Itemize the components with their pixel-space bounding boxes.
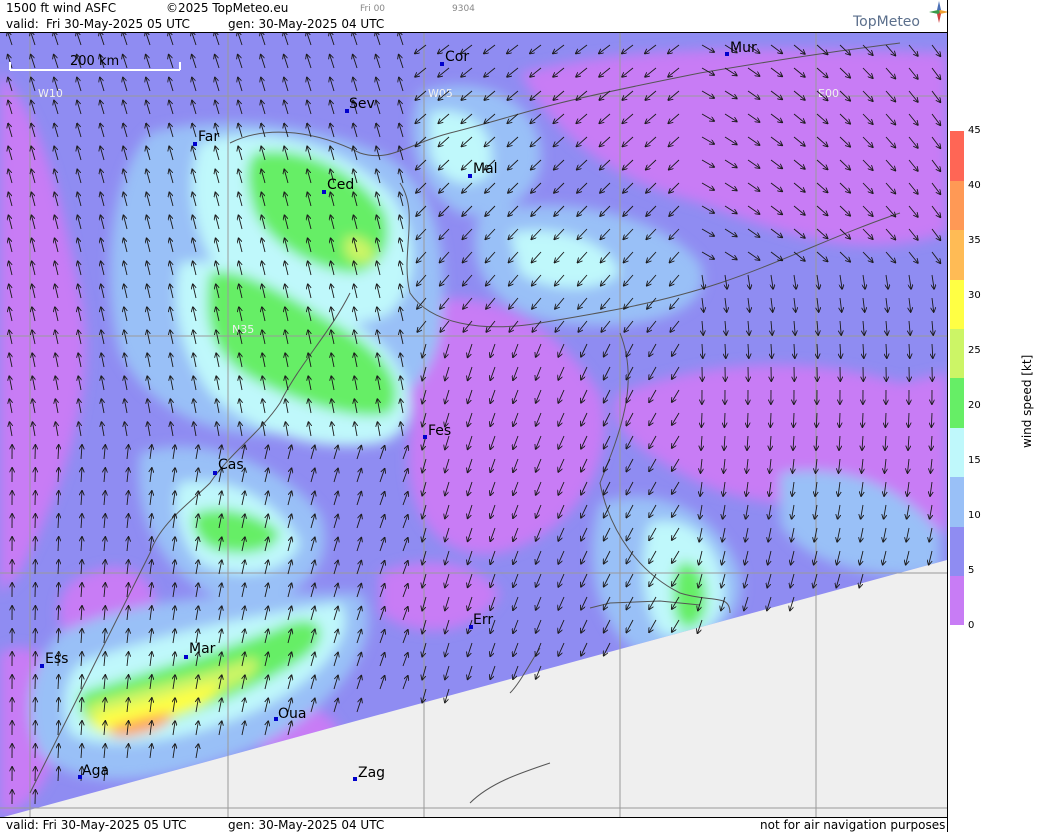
legend-swatch	[950, 279, 964, 330]
tiny-day: Fri 00	[360, 4, 386, 14]
tiny-code: 9304	[452, 4, 475, 14]
city-marker	[184, 655, 188, 659]
city-marker	[213, 471, 217, 475]
wind-arrow	[747, 412, 748, 427]
wind-arrow	[816, 412, 817, 427]
city-label: Fes	[428, 423, 451, 439]
legend-swatch	[950, 131, 964, 181]
grid-label-e00: E00	[818, 87, 839, 100]
legend-swatch	[950, 427, 964, 478]
wind-arrow	[931, 412, 932, 427]
footer-valid-time: valid: Fri 30-May-2025 05 UTC	[6, 818, 187, 832]
valid-label: valid:	[6, 17, 39, 31]
legend-tick: 40	[968, 180, 981, 191]
city-marker	[40, 664, 44, 668]
legend-swatch	[950, 328, 964, 379]
grid-label-n35: N35	[232, 323, 254, 336]
legend-swatch	[950, 575, 964, 626]
legend-swatch	[950, 476, 964, 527]
legend-swatch	[950, 229, 964, 280]
wind-arrow	[885, 412, 886, 427]
city-label: Mar	[189, 641, 216, 657]
city-marker	[725, 52, 729, 56]
wind-arrow	[724, 412, 725, 427]
product-title: 1500 ft wind ASFC	[6, 1, 117, 15]
footer-gen-time: gen: 30-May-2025 04 UTC	[228, 818, 385, 832]
copyright: ©2025 TopMeteo.eu	[166, 1, 289, 15]
vertical-divider	[947, 0, 948, 832]
city-label: Far	[198, 129, 219, 145]
legend-tick: 35	[968, 235, 981, 246]
city-label: Err	[473, 612, 493, 628]
legend-swatch	[950, 526, 964, 577]
city-label: Mur	[730, 40, 757, 56]
wind-arrow	[701, 412, 702, 427]
brand-logo: TopMeteo	[853, 1, 949, 30]
legend-tick: 5	[968, 565, 975, 576]
city-marker	[322, 190, 326, 194]
legend-tick: 10	[968, 510, 981, 521]
valid-time: Fri 30-May-2025 05 UTC	[46, 17, 190, 31]
legend-swatch	[950, 378, 964, 428]
city-marker	[440, 62, 444, 66]
wind-arrow	[793, 412, 794, 427]
wind-arrow	[862, 412, 863, 427]
compass-star-icon	[929, 1, 949, 23]
footer-disclaimer: not for air navigation purposes	[760, 818, 946, 832]
wind-arrow	[908, 412, 909, 427]
scale-bar-label: 200 km	[70, 54, 119, 69]
city-label: Ced	[327, 177, 354, 193]
wind-arrow	[770, 412, 771, 427]
legend-tick: 0	[968, 620, 975, 631]
city-marker	[193, 142, 197, 146]
gen-time: gen: 30-May-2025 04 UTC	[228, 17, 385, 31]
legend-swatch	[950, 180, 964, 231]
city-label: Ess	[45, 651, 68, 667]
wind-arrow	[839, 412, 840, 427]
legend-tick: 25	[968, 345, 981, 356]
legend-tick: 30	[968, 290, 981, 301]
city-marker	[423, 435, 427, 439]
legend-tick: 20	[968, 400, 981, 411]
wind-map[interactable]: W10 W05 E00 N35 200 km Cor Mur Sev Far M…	[0, 33, 947, 818]
legend-title: wind speed [kt]	[1020, 354, 1034, 448]
legend-tick: 15	[968, 455, 981, 466]
city-label: Mal	[473, 161, 498, 177]
grid-label-w10: W10	[38, 87, 63, 100]
city-label: Oua	[278, 706, 306, 722]
wind-speed-colorbar	[950, 131, 964, 626]
city-marker	[468, 174, 472, 178]
city-label: Cas	[218, 457, 244, 473]
city-label: Zag	[358, 765, 385, 781]
city-label: Sev	[349, 96, 375, 112]
city-label: Cor	[445, 49, 469, 65]
logo-text: TopMeteo	[853, 14, 920, 30]
city-marker	[353, 777, 357, 781]
city-label: Aga	[82, 763, 109, 779]
legend-tick: 45	[968, 125, 981, 136]
